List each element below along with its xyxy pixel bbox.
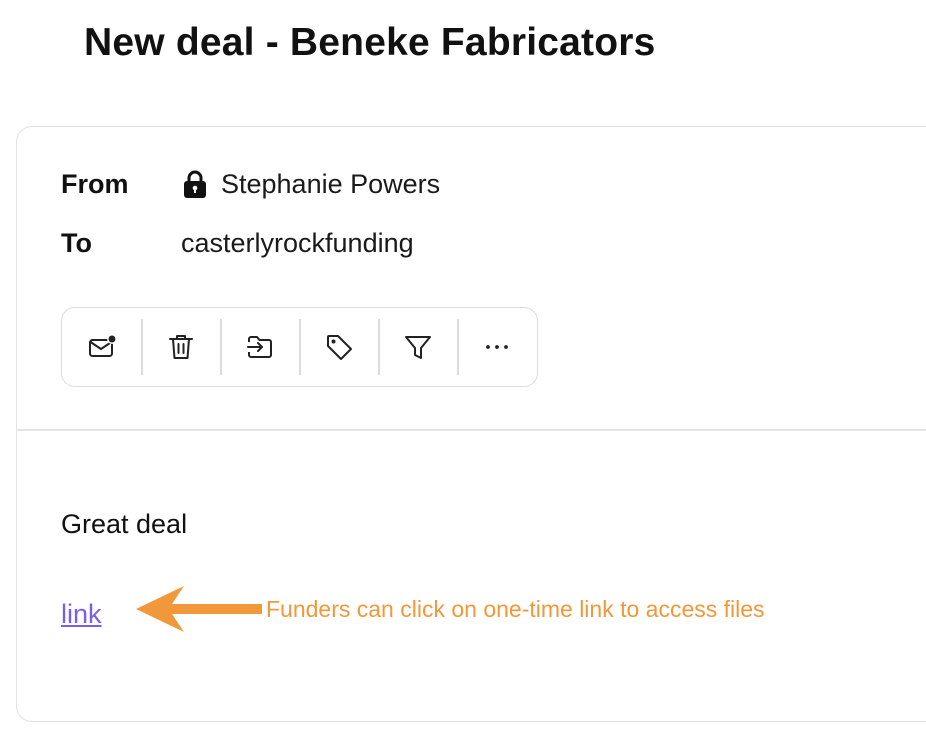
- lock-icon: [184, 170, 206, 198]
- move-to-folder-icon: [246, 336, 272, 358]
- trash-icon: [168, 335, 193, 359]
- filter-button[interactable]: [378, 319, 457, 375]
- tag-icon: [326, 335, 352, 360]
- delete-button[interactable]: [141, 319, 220, 375]
- annotation-arrow-icon: [136, 586, 262, 632]
- to-label: To: [61, 228, 92, 258]
- more-button[interactable]: [457, 319, 536, 375]
- page-title: New deal - Beneke Fabricators: [84, 21, 656, 64]
- filter-icon: [404, 336, 431, 359]
- from-value: Stephanie Powers: [181, 167, 440, 201]
- recipient-name: casterlyrockfunding: [181, 228, 414, 258]
- annotation-text: Funders can click on one-time link to ac…: [266, 596, 765, 622]
- from-label: From: [61, 169, 129, 199]
- mark-unread-icon: [88, 334, 117, 357]
- move-button[interactable]: [220, 319, 299, 375]
- to-row: To casterlyrockfunding: [61, 226, 414, 260]
- from-row: From Stephanie Powers: [61, 167, 440, 201]
- header-divider: [17, 429, 926, 431]
- sender-name: Stephanie Powers: [221, 169, 441, 199]
- email-body-text: Great deal: [61, 509, 188, 539]
- mark-unread-button[interactable]: [62, 319, 141, 375]
- more-icon: [485, 345, 508, 349]
- one-time-link[interactable]: link: [61, 597, 102, 631]
- tag-button[interactable]: [299, 319, 378, 375]
- email-toolbar: [61, 307, 538, 387]
